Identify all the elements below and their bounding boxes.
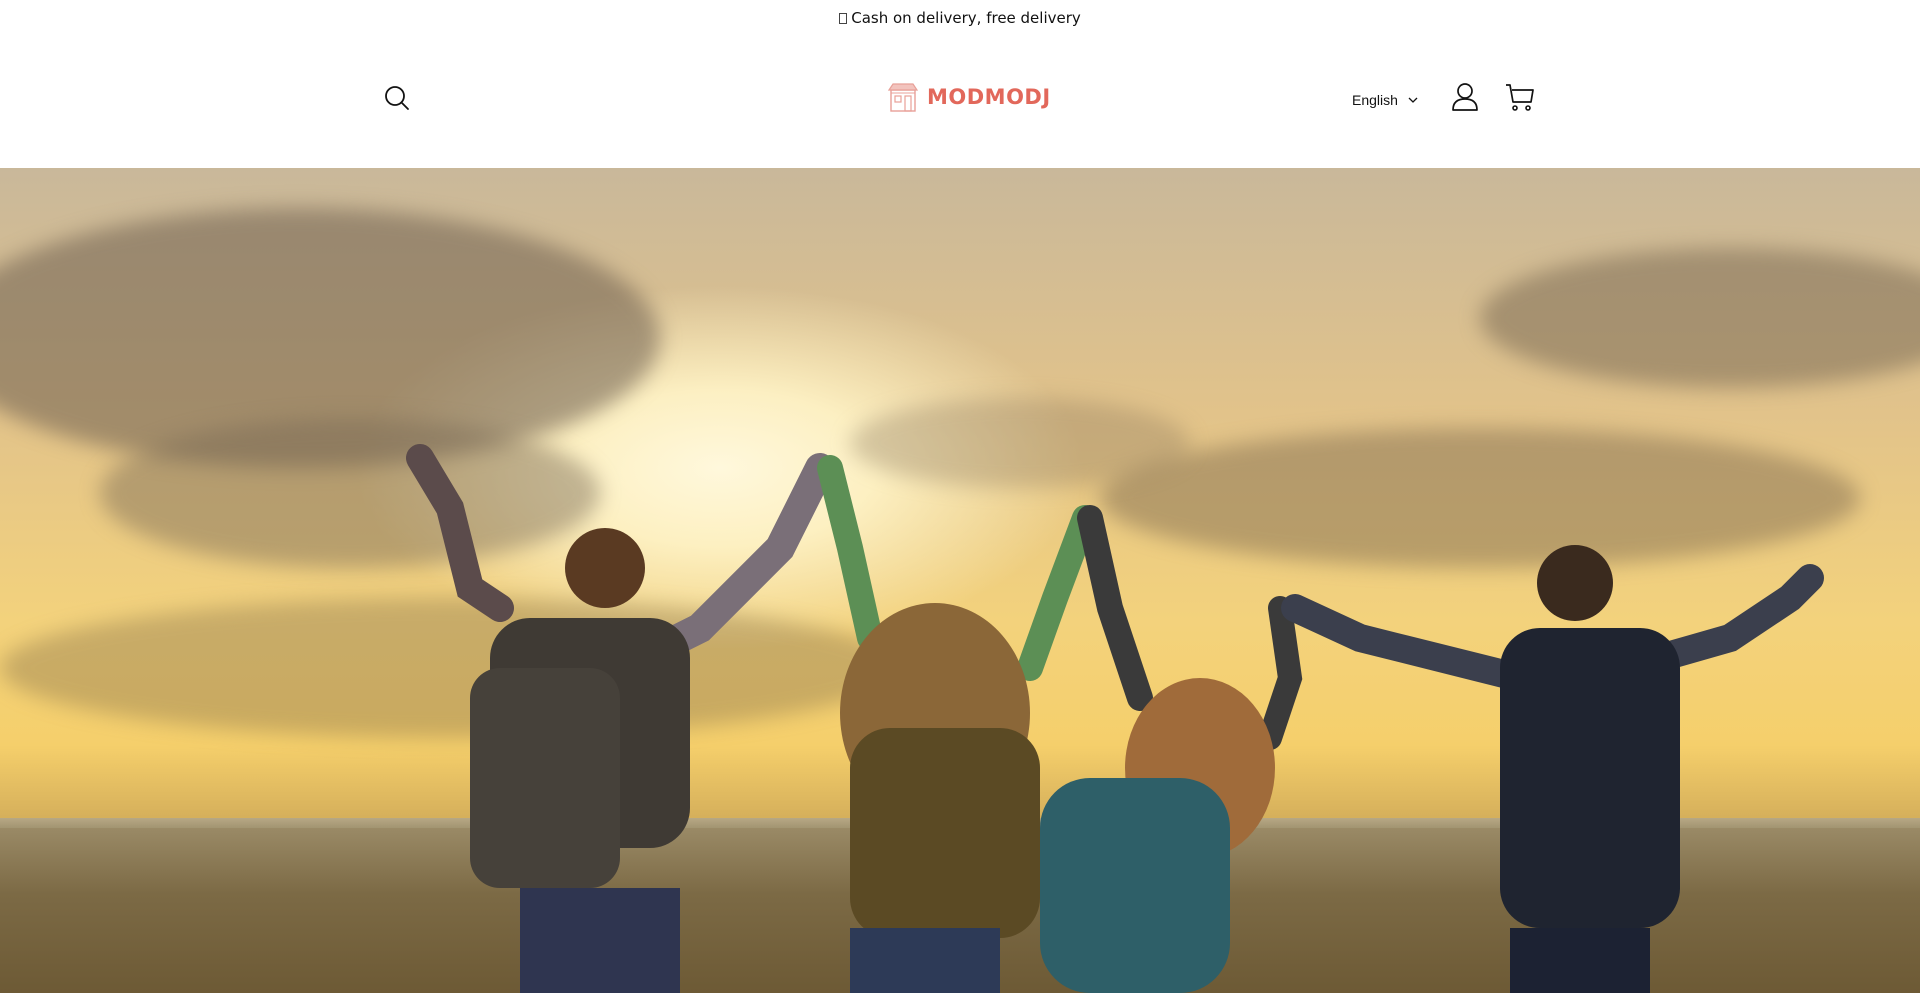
chevron-down-icon [1408, 97, 1418, 103]
hero-image [0, 168, 1920, 993]
hikers-silhouettes [406, 444, 1824, 993]
unknown-glyph-icon [839, 12, 848, 24]
search-icon [385, 86, 409, 110]
announcement-text: Cash on delivery, free delivery [851, 9, 1081, 27]
account-button[interactable] [1450, 82, 1480, 112]
store-logo[interactable]: MODMODJ [887, 79, 1051, 115]
hero-banner[interactable] [0, 168, 1920, 993]
logo-text: MODMODJ [927, 85, 1051, 109]
storefront-icon [887, 83, 919, 112]
cart-icon [1506, 84, 1534, 111]
language-label: English [1352, 92, 1398, 108]
announcement-bar: Cash on delivery, free delivery [0, 0, 1920, 36]
site-header: MODMODJ English [0, 36, 1920, 168]
account-icon [1452, 83, 1478, 111]
search-button[interactable] [382, 83, 412, 113]
language-selector[interactable]: English [1352, 88, 1418, 112]
cart-button[interactable] [1505, 82, 1537, 112]
